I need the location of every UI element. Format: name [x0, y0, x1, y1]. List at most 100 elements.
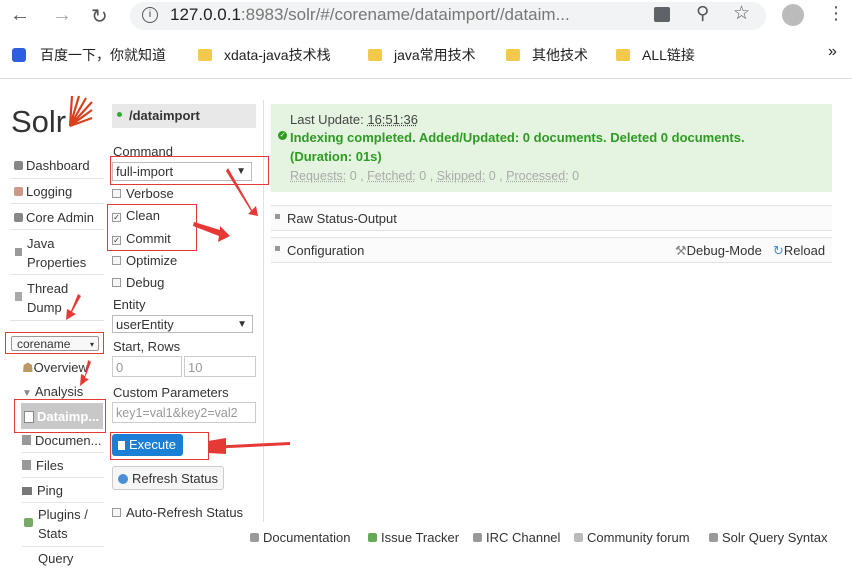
- nav-java-properties[interactable]: Java: [27, 236, 54, 251]
- checkmark-icon: ✓: [112, 213, 121, 222]
- menu-icon[interactable]: ⋮: [827, 3, 845, 24]
- checkbox-icon: [112, 189, 121, 198]
- status-duration: (Duration: 01s): [290, 149, 382, 164]
- ping-icon: [22, 487, 32, 495]
- checkbox-icon: [112, 278, 121, 287]
- bookmark-other[interactable]: 其他技术: [506, 45, 588, 65]
- optimize-checkbox[interactable]: Optimize: [112, 253, 177, 268]
- expand-icon: [275, 246, 280, 251]
- nav-dataimport[interactable]: Dataimp...: [21, 403, 103, 429]
- nav-core-admin[interactable]: Core Admin: [14, 210, 94, 225]
- status-dot-icon: [117, 112, 122, 117]
- divider: [10, 203, 104, 204]
- refresh-status-button[interactable]: Refresh Status: [112, 466, 224, 490]
- browser-chrome: ← → ↻ i 127.0.0.1:8983/solr/#/corename/d…: [0, 0, 852, 79]
- syntax-icon: [709, 533, 718, 542]
- info-icon[interactable]: i: [142, 7, 158, 23]
- footer-issue-tracker[interactable]: Issue Tracker: [368, 530, 459, 545]
- divider: [10, 178, 104, 179]
- logging-icon: [14, 187, 23, 196]
- irc-icon: [473, 533, 482, 542]
- execute-button[interactable]: Execute: [112, 434, 183, 456]
- bug-icon: [368, 533, 377, 542]
- mail-icon: [574, 533, 583, 542]
- annotation-arrows-nav: [66, 294, 91, 386]
- documents-icon: [22, 435, 31, 445]
- forward-icon[interactable]: →: [52, 4, 72, 27]
- dashboard-icon: [14, 161, 23, 170]
- form-header: /dataimport: [112, 104, 256, 128]
- divider: [22, 452, 104, 453]
- last-update: Last Update: 16:51:36: [290, 112, 418, 127]
- footer-irc-channel[interactable]: IRC Channel: [473, 530, 560, 545]
- divider: [22, 546, 104, 547]
- start-input[interactable]: 0: [112, 356, 182, 377]
- files-icon: [22, 460, 31, 470]
- clean-checkbox[interactable]: ✓ Clean: [112, 208, 160, 223]
- nav-documents[interactable]: Documen...: [22, 433, 101, 448]
- back-icon[interactable]: ←: [10, 4, 30, 27]
- folder-icon: [368, 49, 382, 61]
- bookmark-java[interactable]: java常用技术: [368, 45, 476, 65]
- nav-query[interactable]: Query: [38, 551, 73, 566]
- configuration-label: Configuration: [287, 243, 365, 258]
- zoom-icon[interactable]: ⚲: [696, 3, 709, 24]
- url-text[interactable]: 127.0.0.1:8983/solr/#/corename/dataimpor…: [170, 5, 570, 25]
- plugins-icon: [24, 518, 33, 527]
- translate-icon[interactable]: [654, 7, 670, 22]
- expand-icon: [275, 214, 280, 219]
- success-icon: ✓: [278, 131, 287, 140]
- reload-icon[interactable]: ↻: [91, 4, 108, 29]
- auto-refresh-checkbox[interactable]: Auto-Refresh Status: [112, 505, 243, 520]
- bookmark-baidu[interactable]: 百度一下，你就知道: [12, 45, 166, 65]
- bookmarks-overflow[interactable]: »: [828, 43, 837, 61]
- nav-dashboard[interactable]: Dashboard: [14, 158, 90, 173]
- folder-icon: [198, 49, 212, 61]
- status-message: Indexing completed. Added/Updated: 0 doc…: [290, 130, 745, 145]
- nav-dataimport-label: Dataimp...: [37, 409, 100, 424]
- folder-icon: [616, 49, 630, 61]
- configuration-panel[interactable]: Configuration ⚒Debug-Mode ↻Reload: [271, 237, 832, 263]
- status-panel: Last Update: 16:51:36 ✓ Indexing complet…: [271, 104, 832, 192]
- debug-mode-button[interactable]: ⚒Debug-Mode: [675, 243, 762, 259]
- divider: [10, 274, 104, 275]
- divider: [22, 477, 104, 478]
- core-admin-icon: [14, 213, 23, 222]
- raw-status-panel[interactable]: Raw Status-Output: [271, 205, 832, 231]
- baidu-icon: [12, 48, 26, 62]
- nav-plugins-stats-2[interactable]: Stats: [38, 526, 68, 541]
- checkbox-icon: [112, 256, 121, 265]
- reload-small-icon: ↻: [773, 243, 784, 258]
- start-rows-label: Start, Rows: [113, 339, 181, 354]
- commit-checkbox[interactable]: ✓ Commit: [112, 231, 171, 246]
- nav-ping[interactable]: Ping: [22, 483, 63, 498]
- nav-java-properties-2[interactable]: Properties: [27, 255, 86, 270]
- nav-plugins-stats[interactable]: Plugins /: [38, 507, 88, 522]
- folder-icon: [506, 49, 520, 61]
- java-icon: [15, 248, 22, 256]
- checkmark-icon: ✓: [112, 236, 121, 245]
- dataimport-icon: [24, 411, 34, 423]
- divider: [22, 502, 104, 503]
- nav-logging[interactable]: Logging: [14, 184, 72, 199]
- nav-thread-dump-2[interactable]: Dump: [27, 300, 62, 315]
- entity-label: Entity: [113, 297, 146, 312]
- address-bar[interactable]: i 127.0.0.1:8983/solr/#/corename/dataimp…: [130, 2, 766, 30]
- solr-logo[interactable]: Solr: [11, 104, 66, 140]
- footer-solr-query-syntax[interactable]: Solr Query Syntax: [709, 530, 828, 545]
- footer-community-forum[interactable]: Community forum: [574, 530, 690, 545]
- documentation-icon: [250, 533, 259, 542]
- verbose-checkbox[interactable]: Verbose: [112, 186, 174, 201]
- bookmark-all[interactable]: ALL链接: [616, 45, 695, 65]
- nav-files[interactable]: Files: [22, 458, 63, 473]
- reload-button[interactable]: ↻Reload: [773, 243, 825, 259]
- form-title: /dataimport: [129, 108, 200, 123]
- debug-checkbox[interactable]: Debug: [112, 275, 164, 290]
- profile-avatar[interactable]: [782, 4, 804, 26]
- footer-documentation[interactable]: Documentation: [250, 530, 350, 545]
- bookmark-xdata[interactable]: xdata-java技术栈: [198, 45, 331, 65]
- thread-icon: [15, 292, 22, 301]
- refresh-icon: [118, 474, 128, 484]
- bookmark-star-icon[interactable]: ☆: [733, 2, 750, 25]
- solr-sun-icon: [68, 95, 93, 128]
